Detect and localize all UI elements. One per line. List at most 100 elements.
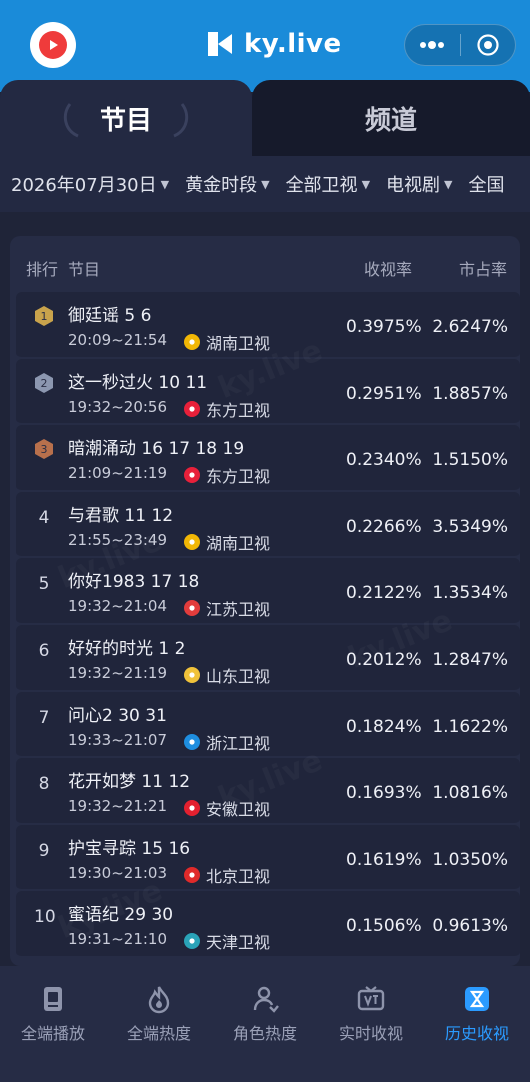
- channel: 北京卫视: [184, 863, 270, 887]
- history-icon: [465, 987, 489, 1011]
- rank-medal-number: 2: [41, 377, 48, 390]
- flame-icon: [148, 986, 170, 1014]
- channel-name: 湖南卫视: [206, 334, 271, 353]
- program-title[interactable]: 你好1983 17 18: [68, 567, 199, 592]
- program-title[interactable]: 好好的时光 1 2: [68, 634, 185, 659]
- airing-time: 20:09~21:54: [68, 331, 168, 349]
- program-title[interactable]: 护宝寻踪 15 16: [68, 834, 190, 859]
- header-share[interactable]: 市占率: [459, 256, 507, 280]
- table-row[interactable]: 3 暗潮涌动 16 17 18 19 21:09~21:19 东方卫视 0.2340% 1…: [16, 425, 520, 492]
- rating-value: 0.1824%: [346, 716, 422, 737]
- airing-time: 19:32~20:56: [68, 397, 168, 416]
- filter-genre[interactable]: 电视剧 ▼: [386, 171, 452, 197]
- share-value: 0.9613%: [432, 916, 508, 937]
- share-value: 2.6247%: [432, 317, 508, 337]
- rating-value: 0.2340%: [346, 450, 422, 471]
- table-row[interactable]: 1 御廷谣 5 6 20:09~21:54 湖南卫视 0.3975% 2.6247%: [16, 292, 520, 359]
- tab-channels-label: 频道: [364, 105, 417, 136]
- nav-role-heat[interactable]: 角色热度: [212, 966, 318, 1082]
- channel: 湖南卫视: [184, 330, 270, 354]
- program-title[interactable]: 与君歌 11 12: [68, 501, 173, 526]
- bottom-nav: 全端播放 全端热度 角色热度 实时收视 历史收视: [0, 966, 530, 1082]
- rank-medal-icon: 1: [35, 306, 53, 326]
- nav-history[interactable]: 历史收视: [424, 966, 530, 1082]
- table-row[interactable]: 9 护宝寻踪 15 16 19:30~21:03 北京卫视 0.1619% 1.0350%: [16, 824, 520, 892]
- share-value: 1.2847%: [432, 649, 508, 670]
- channel-logo-icon: [184, 533, 200, 550]
- program-title[interactable]: 花开如梦 11 12: [68, 767, 190, 792]
- table-row[interactable]: 10 蜜语纪 29 30 19:31~21:10 天津卫视 0.1506% 0.9613%: [16, 891, 520, 958]
- table-row[interactable]: 7 问心2 30 31 19:33~21:07 浙江卫视 0.1824% 1.1622%: [16, 691, 520, 759]
- tab-programs[interactable]: 节目: [0, 80, 252, 156]
- tab-channels[interactable]: 频道: [252, 80, 530, 156]
- table-header: 排行 节目 收视率 市占率: [10, 236, 520, 292]
- airing-time: 19:32~21:04: [68, 597, 168, 616]
- laurel-right-icon: [173, 103, 189, 138]
- filter-timeslot[interactable]: 黄金时段 ▼: [185, 171, 269, 197]
- airing-time: 19:33~21:07: [68, 730, 168, 749]
- more-dots-icon[interactable]: [405, 25, 460, 65]
- header-rating[interactable]: 收视率: [364, 256, 412, 280]
- channel-logo-icon: [184, 866, 200, 883]
- nav-history-label: 历史收视: [444, 1024, 509, 1043]
- airing-time: 19:32~21:21: [68, 797, 168, 816]
- filter-channel-group[interactable]: 全部卫视 ▼: [286, 171, 370, 197]
- rating-value: 0.2266%: [346, 516, 422, 537]
- filter-date[interactable]: 2026年07月30日 ▼: [11, 171, 169, 197]
- nav-role-heat-label: 角色热度: [232, 1024, 297, 1043]
- rating-value: 0.1619%: [346, 849, 422, 870]
- phone-play-icon: [44, 987, 62, 1011]
- nav-all-heat[interactable]: 全端热度: [106, 966, 212, 1082]
- airing-time: 21:55~23:49: [68, 530, 168, 549]
- rank-medal-number: 1: [41, 310, 48, 323]
- header-rank: 排行: [26, 260, 59, 279]
- program-title[interactable]: 御廷谣 5 6: [68, 301, 151, 326]
- table-row[interactable]: 5 你好1983 17 18 19:32~21:04 江苏卫视 0.2122% 1.353…: [16, 558, 520, 625]
- filter-region[interactable]: 全国: [469, 171, 505, 197]
- table-row[interactable]: 6 好好的时光 1 2 19:32~21:19 山东卫视 0.2012% 1.2847%: [16, 624, 520, 692]
- rank-number: 5: [38, 574, 50, 595]
- channel-name: 湖南卫视: [206, 533, 271, 553]
- brand: ky.live: [204, 26, 342, 62]
- program-title[interactable]: 暗潮涌动 16 17 18 19: [68, 434, 244, 459]
- laurel-left-icon: [63, 103, 79, 138]
- nav-all-play[interactable]: 全端播放: [0, 966, 106, 1082]
- app-logo-icon[interactable]: [30, 22, 76, 68]
- mini-program-capsule: [404, 24, 516, 66]
- tv-icon: [357, 986, 385, 1011]
- program-title[interactable]: 这一秒过火 10 11: [68, 368, 207, 393]
- channel-name: 东方卫视: [206, 400, 271, 420]
- channel: 浙江卫视: [184, 730, 270, 754]
- caret-down-icon: ▼: [160, 177, 170, 191]
- close-target-icon[interactable]: [461, 25, 516, 65]
- channel: 东方卫视: [184, 463, 270, 487]
- channel-name: 山东卫视: [206, 666, 271, 686]
- filter-genre-label: 电视剧: [386, 175, 441, 196]
- program-title[interactable]: 蜜语纪 29 30: [68, 900, 173, 925]
- rank-number: 7: [38, 707, 50, 728]
- filter-channel-group-label: 全部卫视: [285, 175, 358, 196]
- rank-number: 6: [38, 640, 50, 661]
- ky-logo-icon: [208, 32, 232, 56]
- share-value: 1.0816%: [432, 783, 508, 804]
- rank-number: 9: [38, 840, 50, 861]
- program-title[interactable]: 问心2 30 31: [68, 701, 167, 726]
- ranking-panel: 排行 节目 收视率 市占率 1 御廷谣 5 6 20:09~21:54 湖南卫视 0.3…: [10, 236, 520, 966]
- nav-realtime[interactable]: 实时收视: [318, 966, 424, 1082]
- channel: 山东卫视: [184, 663, 270, 687]
- nav-all-play-label: 全端播放: [20, 1024, 85, 1043]
- table-row[interactable]: 2 这一秒过火 10 11 19:32~20:56 东方卫视 0.2951% 1.8857…: [16, 358, 520, 426]
- share-value: 1.3534%: [432, 583, 508, 604]
- rank-number: 4: [38, 507, 50, 528]
- table-row[interactable]: 4 与君歌 11 12 21:55~23:49 湖南卫视 0.2266% 3.5349%: [16, 491, 520, 559]
- channel-logo-icon: [184, 400, 200, 417]
- channel-logo-icon: [184, 933, 200, 950]
- channel-logo-icon: [184, 467, 200, 484]
- channel-name: 东方卫视: [206, 467, 271, 487]
- rating-value: 0.3975%: [346, 317, 422, 337]
- caret-down-icon: ▼: [361, 177, 371, 191]
- nav-all-heat-label: 全端热度: [126, 1024, 191, 1043]
- rank-number: 10: [34, 907, 56, 928]
- table-row[interactable]: 8 花开如梦 11 12 19:32~21:21 安徽卫视 0.1693% 1.0816%: [16, 758, 520, 825]
- channel-name: 天津卫视: [206, 933, 271, 953]
